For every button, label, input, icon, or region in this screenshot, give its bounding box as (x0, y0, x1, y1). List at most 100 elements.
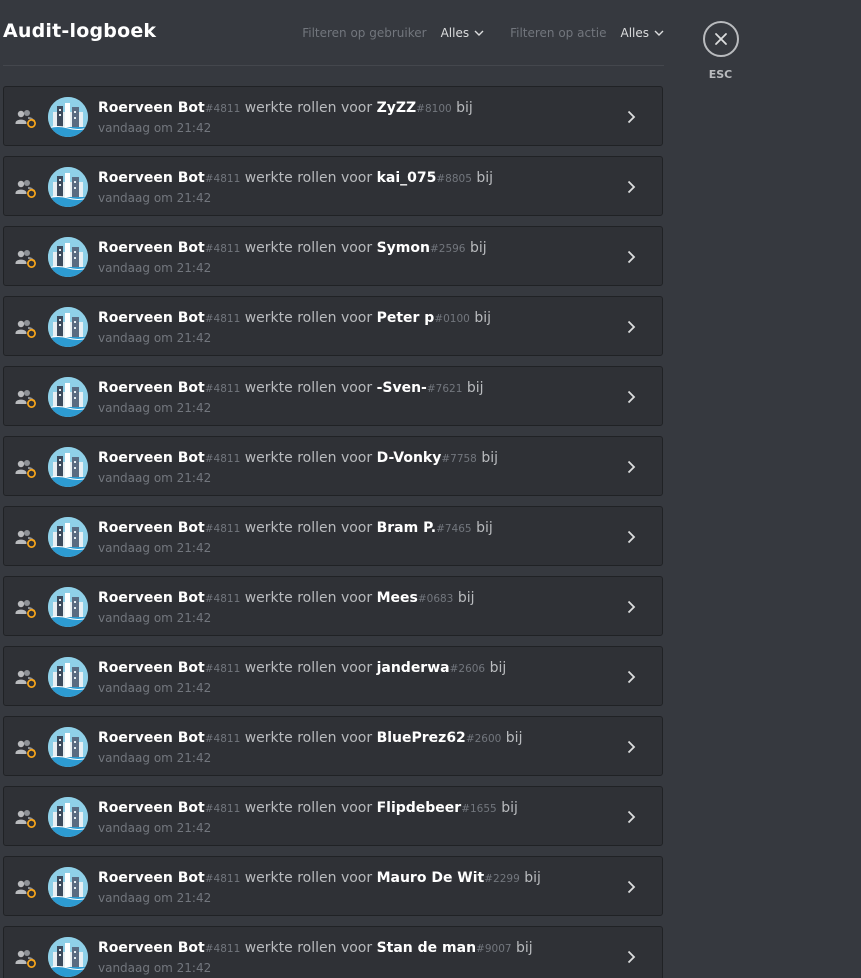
actor-name[interactable]: Roerveen Bot (98, 660, 205, 676)
actor-name[interactable]: Roerveen Bot (98, 100, 205, 116)
action-text: werkte rollen voor (244, 730, 373, 746)
target-discriminator: #7758 (441, 453, 477, 465)
actor-name[interactable]: Roerveen Bot (98, 450, 205, 466)
chevron-right-icon (627, 880, 636, 894)
audit-log-entry[interactable]: Roerveen Bot#4811 werkte rollen voor Blu… (3, 716, 663, 776)
actor-name[interactable]: Roerveen Bot (98, 940, 205, 956)
target-name[interactable]: kai_075 (377, 170, 437, 186)
action-suffix: bij (469, 240, 487, 256)
action-suffix: bij (457, 590, 475, 606)
chevron-right-icon (627, 950, 636, 964)
avatar (48, 377, 88, 417)
actor-name[interactable]: Roerveen Bot (98, 240, 205, 256)
audit-log-entry[interactable]: Roerveen Bot#4811 werkte rollen voor kai… (3, 156, 663, 216)
actor-discriminator: #4811 (204, 383, 241, 395)
audit-log-entry[interactable]: Roerveen Bot#4811 werkte rollen voor Mee… (3, 576, 663, 636)
filter-action-dropdown[interactable]: Alles (620, 26, 664, 40)
member-role-update-icon (15, 460, 36, 478)
action-text: werkte rollen voor (244, 940, 373, 956)
audit-log-entry[interactable]: Roerveen Bot#4811 werkte rollen voor Sym… (3, 226, 663, 286)
actor-name[interactable]: Roerveen Bot (98, 730, 205, 746)
target-discriminator: #1655 (461, 803, 497, 815)
target-name[interactable]: D-Vonky (377, 450, 442, 466)
close-icon (715, 33, 727, 45)
target-name[interactable]: -Sven- (377, 380, 427, 396)
entry-timestamp: vandaag om 21:42 (98, 191, 212, 205)
audit-log-entry[interactable]: Roerveen Bot#4811 werkte rollen voor Sta… (3, 926, 663, 978)
member-role-update-icon (15, 110, 36, 128)
target-name[interactable]: Mauro De Wit (377, 870, 485, 886)
close-button[interactable] (703, 21, 739, 57)
target-name[interactable]: Peter p (377, 310, 435, 326)
actor-name[interactable]: Roerveen Bot (98, 310, 205, 326)
audit-log-entry[interactable]: Roerveen Bot#4811 werkte rollen voor Pet… (3, 296, 663, 356)
entry-text: Roerveen Bot#4811 werkte rollen voor Pet… (98, 309, 491, 345)
action-suffix: bij (476, 170, 494, 186)
member-role-update-icon (15, 530, 36, 548)
member-role-update-icon (15, 880, 36, 898)
actor-name[interactable]: Roerveen Bot (98, 800, 205, 816)
avatar (48, 447, 88, 487)
target-discriminator: #8100 (416, 103, 452, 115)
action-suffix: bij (516, 940, 533, 956)
actor-name[interactable]: Roerveen Bot (98, 380, 205, 396)
actor-discriminator: #4811 (204, 103, 241, 115)
audit-log-entry[interactable]: Roerveen Bot#4811 werkte rollen voor Mau… (3, 856, 663, 916)
action-text: werkte rollen voor (244, 240, 373, 256)
actor-name[interactable]: Roerveen Bot (98, 170, 205, 186)
entry-timestamp: vandaag om 21:42 (98, 401, 212, 415)
entry-summary: Roerveen Bot#4811 werkte rollen voor Sta… (98, 939, 533, 958)
chevron-down-icon (474, 30, 484, 36)
target-name[interactable]: ZyZZ (377, 100, 417, 116)
chevron-right-icon (627, 460, 636, 474)
action-suffix: bij (466, 380, 484, 396)
member-role-update-icon (15, 670, 36, 688)
entry-text: Roerveen Bot#4811 werkte rollen voor jan… (98, 659, 506, 695)
entry-text: Roerveen Bot#4811 werkte rollen voor Mee… (98, 589, 475, 625)
audit-log-entry[interactable]: Roerveen Bot#4811 werkte rollen voor ZyZ… (3, 86, 663, 146)
actor-discriminator: #4811 (204, 313, 241, 325)
actor-name[interactable]: Roerveen Bot (98, 520, 205, 536)
entry-text: Roerveen Bot#4811 werkte rollen voor D-V… (98, 449, 498, 485)
action-text: werkte rollen voor (244, 520, 373, 536)
audit-log-list: Roerveen Bot#4811 werkte rollen voor ZyZ… (3, 86, 663, 978)
member-role-update-icon (15, 390, 36, 408)
avatar (48, 517, 88, 557)
actor-discriminator: #4811 (204, 873, 241, 885)
action-suffix: bij (456, 100, 473, 116)
target-name[interactable]: Stan de man (377, 940, 476, 956)
audit-log-entry[interactable]: Roerveen Bot#4811 werkte rollen voor Bra… (3, 506, 663, 566)
entry-timestamp: vandaag om 21:42 (98, 611, 212, 625)
audit-log-entry[interactable]: Roerveen Bot#4811 werkte rollen voor jan… (3, 646, 663, 706)
actor-discriminator: #4811 (204, 593, 241, 605)
target-name[interactable]: Flipdebeer (377, 800, 462, 816)
target-name[interactable]: Mees (377, 590, 418, 606)
filter-user-dropdown[interactable]: Alles (441, 26, 485, 40)
filter-action-value: Alles (620, 26, 649, 40)
actor-name[interactable]: Roerveen Bot (98, 870, 205, 886)
entry-timestamp: vandaag om 21:42 (98, 891, 212, 905)
chevron-down-icon (654, 30, 664, 36)
avatar (48, 237, 88, 277)
member-role-update-icon (15, 180, 36, 198)
action-text: werkte rollen voor (244, 380, 373, 396)
audit-log-entry[interactable]: Roerveen Bot#4811 werkte rollen voor D-V… (3, 436, 663, 496)
avatar (48, 587, 88, 627)
entry-text: Roerveen Bot#4811 werkte rollen voor kai… (98, 169, 493, 205)
audit-log-entry[interactable]: Roerveen Bot#4811 werkte rollen voor Fli… (3, 786, 663, 846)
entry-summary: Roerveen Bot#4811 werkte rollen voor Mee… (98, 589, 475, 608)
actor-name[interactable]: Roerveen Bot (98, 590, 205, 606)
actor-discriminator: #4811 (204, 943, 241, 955)
target-name[interactable]: Bram P. (377, 520, 437, 536)
audit-log-entry[interactable]: Roerveen Bot#4811 werkte rollen voor -Sv… (3, 366, 663, 426)
filter-user-label: Filteren op gebruiker (302, 26, 427, 40)
entry-text: Roerveen Bot#4811 werkte rollen voor Sym… (98, 239, 487, 275)
target-discriminator: #7621 (426, 383, 463, 395)
target-name[interactable]: BluePrez62 (377, 730, 466, 746)
target-discriminator: #0683 (417, 593, 454, 605)
target-name[interactable]: janderwa (377, 660, 450, 676)
target-discriminator: #0100 (434, 313, 470, 325)
target-name[interactable]: Symon (377, 240, 430, 256)
avatar (48, 797, 88, 837)
target-discriminator: #2596 (429, 243, 466, 255)
